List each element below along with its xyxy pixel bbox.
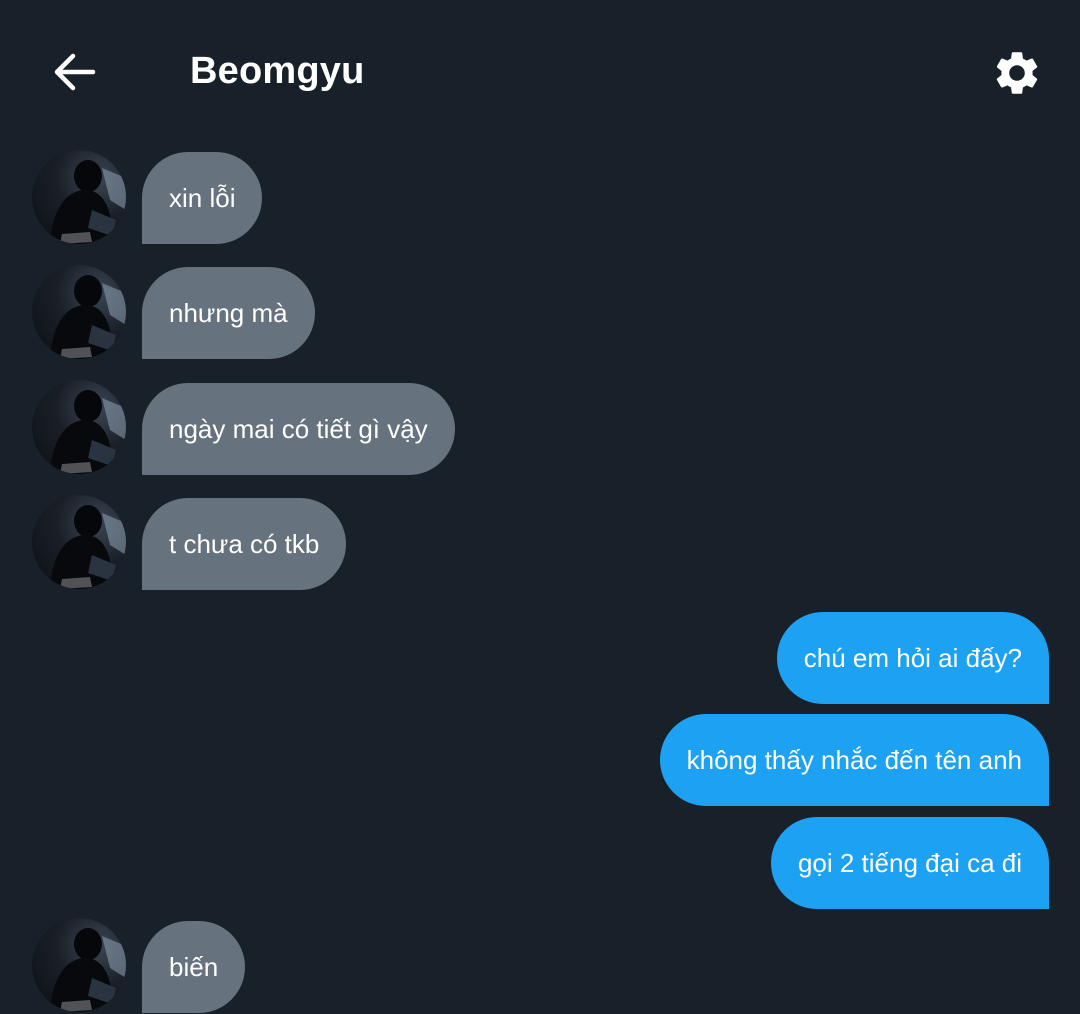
contact-avatar[interactable] xyxy=(32,495,126,589)
arrow-left-icon xyxy=(54,53,96,91)
settings-button[interactable] xyxy=(986,42,1048,104)
avatar-photo xyxy=(50,505,126,589)
contact-avatar[interactable] xyxy=(32,918,126,1012)
avatar-photo xyxy=(50,928,126,1012)
incoming-message[interactable]: biến xyxy=(142,921,246,1013)
gear-icon xyxy=(996,52,1038,94)
avatar-photo xyxy=(50,275,126,359)
chat-screen: Beomgyu xin lỗi nhưng mà ngày mai có tiế… xyxy=(0,0,1080,1014)
contact-avatar[interactable] xyxy=(32,380,126,474)
incoming-message[interactable]: xin lỗi xyxy=(142,152,263,244)
contact-avatar[interactable] xyxy=(32,265,126,359)
outgoing-message[interactable]: gọi 2 tiếng đại ca đi xyxy=(770,817,1049,909)
avatar-photo xyxy=(50,390,126,474)
incoming-message[interactable]: t chưa có tkb xyxy=(142,498,347,590)
contact-avatar[interactable] xyxy=(32,150,126,244)
avatar-photo xyxy=(50,160,126,244)
back-button[interactable] xyxy=(44,42,104,102)
incoming-message[interactable]: nhưng mà xyxy=(142,267,315,359)
outgoing-message[interactable]: không thấy nhắc đến tên anh xyxy=(659,714,1049,806)
outgoing-message[interactable]: chú em hỏi ai đấy? xyxy=(776,612,1049,704)
incoming-message[interactable]: ngày mai có tiết gì vậy xyxy=(142,383,455,475)
chat-header: Beomgyu xyxy=(0,0,1080,140)
contact-name[interactable]: Beomgyu xyxy=(190,50,365,93)
